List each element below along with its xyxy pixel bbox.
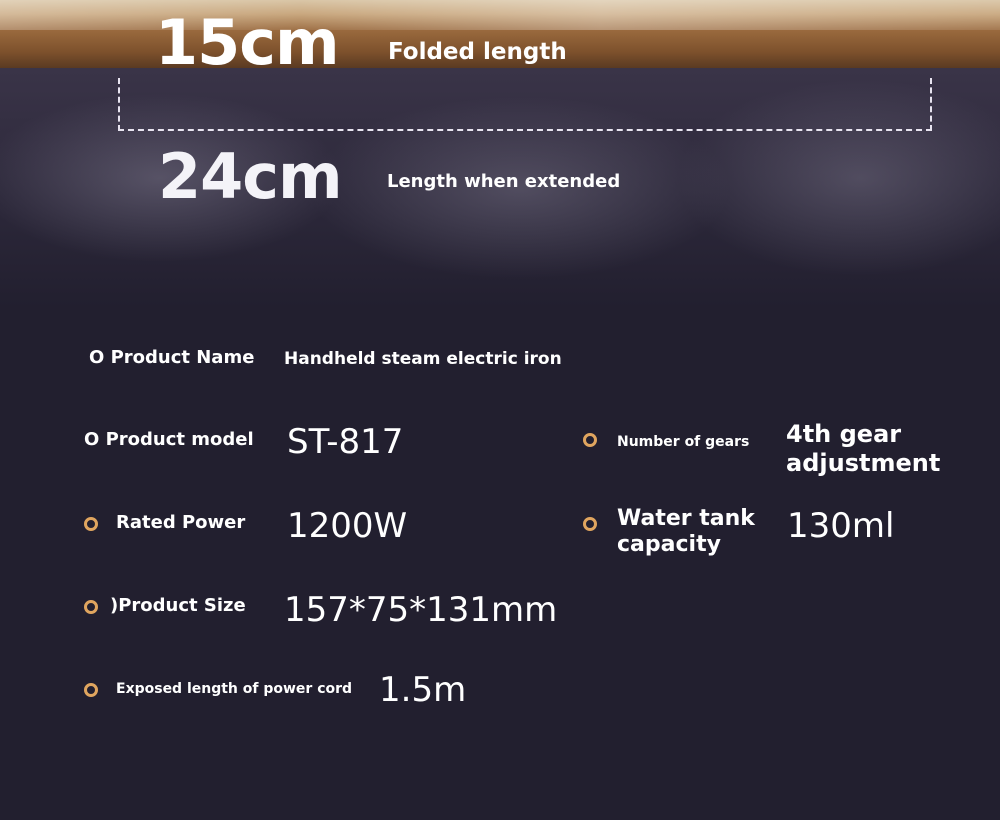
power-cord-value: 1.5m xyxy=(379,670,467,710)
orange-ring-icon xyxy=(84,600,98,614)
extended-length-label: Length when extended xyxy=(387,171,621,192)
product-model-value: ST-817 xyxy=(287,422,404,462)
water-tank-value: 130ml xyxy=(787,506,895,546)
product-name-value: Handheld steam electric iron xyxy=(284,349,562,369)
gears-value-line-2: adjustment xyxy=(786,449,941,477)
extended-length-value: 24cm xyxy=(158,140,343,213)
gears-label: Number of gears xyxy=(617,434,750,450)
rated-power-value: 1200W xyxy=(287,506,408,546)
water-tank-label-line-2: capacity xyxy=(617,532,721,557)
folded-length-label: Folded length xyxy=(388,39,567,65)
gears-value-line-1: 4th gear xyxy=(786,420,902,448)
orange-ring-icon xyxy=(84,683,98,697)
product-model-label: O Product model xyxy=(84,429,254,450)
orange-ring-icon xyxy=(583,517,597,531)
water-tank-label-line-1: Water tank xyxy=(617,506,755,531)
product-name-label: O Product Name xyxy=(89,347,255,368)
power-cord-label: Exposed length of power cord xyxy=(116,681,353,697)
orange-ring-icon xyxy=(84,517,98,531)
folded-length-value: 15cm xyxy=(155,6,340,79)
product-size-value: 157*75*131mm xyxy=(284,590,558,630)
orange-ring-icon xyxy=(583,433,597,447)
dimension-dashed-bracket xyxy=(118,78,932,131)
rated-power-label: Rated Power xyxy=(116,512,246,533)
product-size-label: )Product Size xyxy=(110,595,246,616)
